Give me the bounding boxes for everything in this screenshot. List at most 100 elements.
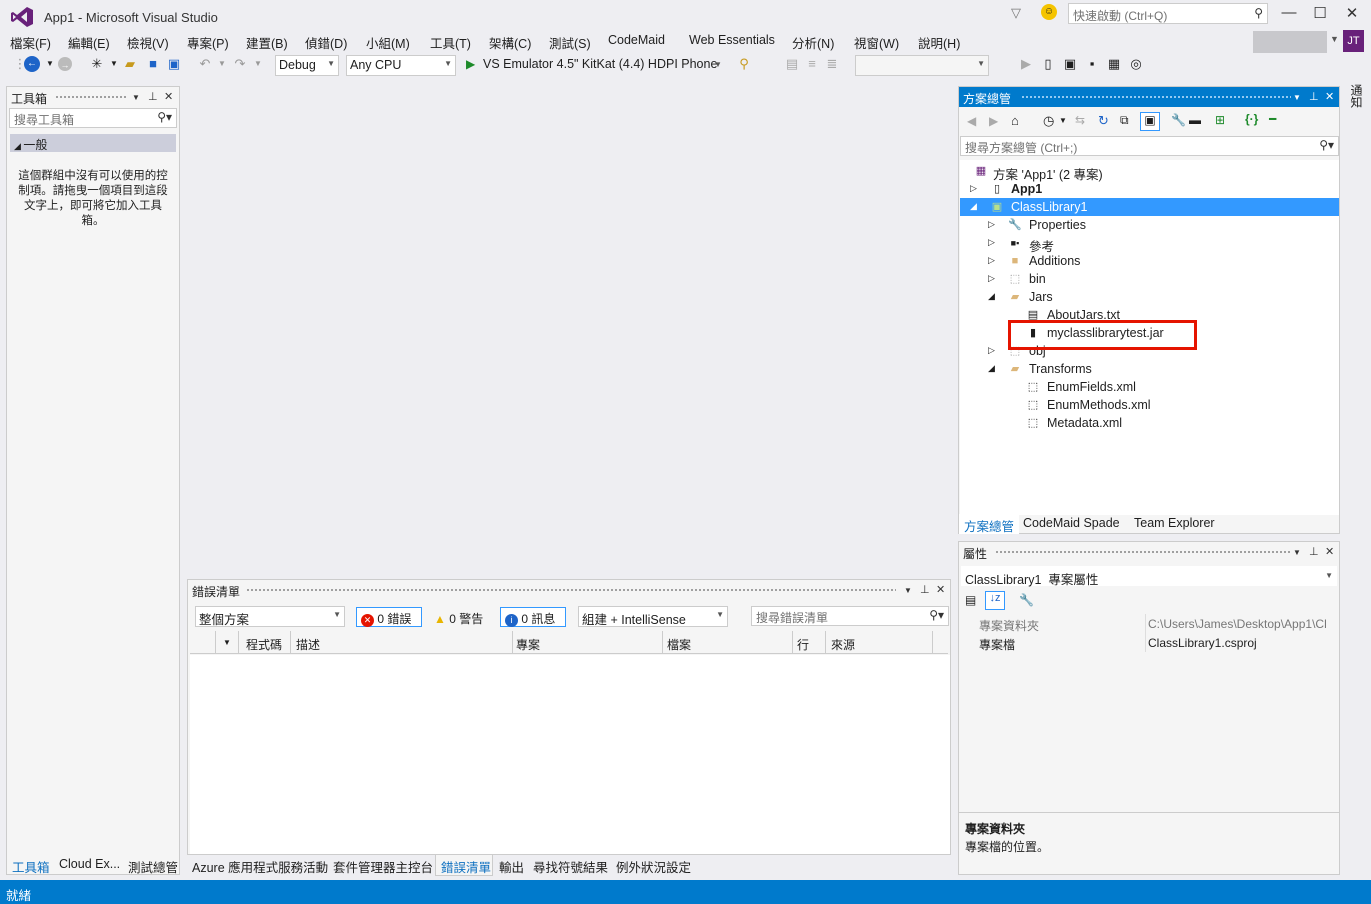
quick-launch-input[interactable]: 快速啟動 (Ctrl+Q) ⚲ [1068, 3, 1268, 24]
pin-icon[interactable]: ⊥ [1309, 90, 1319, 103]
maximize-button[interactable]: ☐ [1308, 4, 1332, 24]
redo-dropdown-icon[interactable]: ▼ [250, 56, 266, 72]
panel-grip[interactable] [55, 95, 127, 100]
refresh-icon[interactable]: ↻ [1098, 113, 1109, 129]
column-line[interactable]: 行 [797, 636, 809, 653]
categorized-icon[interactable]: ▤ [965, 593, 976, 607]
close-icon[interactable]: ✕ [936, 583, 945, 596]
menu-test[interactable]: 測試(S) [549, 33, 591, 52]
menu-file[interactable]: 檔案(F) [10, 33, 51, 52]
error-list-body[interactable] [190, 655, 950, 854]
window-position-icon[interactable]: ▼ [132, 93, 140, 102]
column-file[interactable]: 檔案 [667, 636, 691, 653]
window-position-icon[interactable]: ▼ [1293, 93, 1301, 102]
toolbox-group-general[interactable]: ◢ 一般 [10, 134, 176, 152]
tree-node-enummethods[interactable]: ⬚ EnumMethods.xml [960, 396, 1339, 414]
menu-architecture[interactable]: 架構(C) [489, 33, 531, 52]
error-scope-select[interactable]: 整個方案 ▼ [195, 606, 345, 627]
minimize-button[interactable]: — [1277, 4, 1301, 24]
tab-exception-settings[interactable]: 例外狀況設定 [616, 857, 691, 876]
feedback-smiley-icon[interactable]: ☺ [1041, 4, 1057, 20]
tree-node-bin[interactable]: ▷ ⬚ bin [960, 270, 1339, 288]
codemaid-collapse-icon[interactable]: ━ [1269, 112, 1276, 126]
properties-wrench-icon[interactable]: 🔧 [1171, 113, 1186, 127]
tree-node-classlibrary1[interactable]: ◢ ▣ ClassLibrary1 [960, 198, 1339, 216]
sync-icon[interactable]: ⇆ [1075, 113, 1085, 127]
sort-icon[interactable]: ▼ [223, 638, 231, 647]
device-console-icon[interactable]: ▪ [1084, 56, 1100, 72]
tree-node-metadata[interactable]: ⬚ Metadata.xml [960, 414, 1339, 432]
forward-icon[interactable]: ▶ [989, 114, 998, 128]
properties-object-select[interactable]: ClassLibrary1 專案屬性 ▼ [961, 566, 1337, 587]
menu-build[interactable]: 建置(B) [246, 33, 288, 52]
navigate-back-icon[interactable]: ← [24, 56, 40, 72]
expand-arrow-icon[interactable]: ▷ [988, 219, 995, 230]
collapse-arrow-icon[interactable]: ◢ [988, 363, 995, 374]
warnings-filter-button[interactable]: ▲ 0 警告 [429, 607, 491, 627]
collapse-arrow-icon[interactable]: ◢ [988, 291, 995, 302]
tab-error-list[interactable]: 錯誤清單 [441, 857, 491, 876]
expand-arrow-icon[interactable]: ▷ [988, 237, 995, 248]
comment-icon[interactable]: ▤ [784, 56, 800, 72]
view-class-diagram-icon[interactable]: ⊞ [1215, 113, 1225, 127]
tree-node-references[interactable]: ▷ ■▪ 參考 [960, 234, 1339, 254]
codemaid-braces-icon[interactable]: {·} [1245, 112, 1258, 126]
redo-icon[interactable]: ↷ [232, 56, 248, 72]
column-source[interactable]: 來源 [831, 636, 855, 653]
column-description[interactable]: 描述 [296, 636, 320, 653]
menu-codemaid[interactable]: CodeMaid [608, 33, 665, 47]
close-window-button[interactable]: ✕ [1340, 4, 1364, 24]
device-log-icon[interactable]: ▦ [1106, 56, 1122, 72]
window-position-icon[interactable]: ▼ [1293, 548, 1301, 557]
tree-node-app1[interactable]: ▷ ▯ App1 [960, 180, 1339, 198]
save-all-icon[interactable]: ▣ [166, 56, 182, 72]
tab-cloud-explorer[interactable]: Cloud Ex... [59, 857, 120, 871]
device-settings-icon[interactable]: ◎ [1128, 56, 1144, 72]
alphabetical-sort-icon[interactable]: ↓z [985, 591, 1005, 610]
pending-changes-filter-icon[interactable]: ◷ [1043, 113, 1054, 129]
menu-view[interactable]: 檢視(V) [127, 33, 169, 52]
new-dropdown-icon[interactable]: ▼ [106, 56, 122, 72]
device-camera-icon[interactable]: ▣ [1062, 56, 1078, 72]
solution-configuration-select[interactable]: Debug ▼ [275, 55, 339, 76]
back-dropdown-icon[interactable]: ▼ [42, 56, 58, 72]
find-in-files-icon[interactable]: ⚲ [736, 56, 752, 72]
show-all-files-icon[interactable]: ▣ [1140, 112, 1160, 131]
error-source-select[interactable]: 組建 + IntelliSense ▼ [578, 606, 728, 627]
pin-icon[interactable]: ⊥ [920, 583, 930, 596]
tree-node-properties[interactable]: ▷ 🔧 Properties [960, 216, 1339, 234]
menu-tools[interactable]: 工具(T) [430, 33, 471, 52]
errors-filter-button[interactable]: ✕ 0 錯誤 [356, 607, 422, 627]
menu-analyze[interactable]: 分析(N) [792, 33, 834, 52]
menu-edit[interactable]: 編輯(E) [68, 33, 110, 52]
expand-arrow-icon[interactable]: ▷ [988, 345, 995, 356]
find-combo[interactable]: ▼ [855, 55, 989, 76]
new-project-icon[interactable]: ✳ [89, 56, 105, 72]
avatar[interactable]: JT [1343, 30, 1364, 52]
tab-codemaid-spade[interactable]: CodeMaid Spade [1023, 516, 1120, 530]
tree-node-solution[interactable]: ▦ 方案 'App1' (2 專案) [960, 162, 1339, 182]
undo-dropdown-icon[interactable]: ▼ [214, 56, 230, 72]
tab-test-explorer[interactable]: 測試總管 [128, 857, 178, 876]
tab-output[interactable]: 輸出 [499, 857, 524, 876]
outdent-icon[interactable]: ≣ [824, 56, 840, 72]
panel-grip[interactable] [1021, 95, 1291, 100]
open-file-icon[interactable]: ▰ [122, 56, 138, 72]
error-list-search-input[interactable]: 搜尋錯誤清單 ⚲▾ [751, 606, 949, 626]
close-icon[interactable]: ✕ [164, 90, 173, 103]
start-debugging-button[interactable]: ▶ VS Emulator 4.5" KitKat (4.4) HDPI Pho… [466, 56, 726, 75]
column-project[interactable]: 專案 [516, 636, 540, 653]
device-play-icon[interactable]: ▶ [1018, 56, 1034, 72]
preview-icon[interactable]: ▬ [1189, 113, 1201, 127]
device-file-icon[interactable]: ▯ [1040, 56, 1056, 72]
filter-feedback-icon[interactable]: ▽ [1011, 5, 1021, 21]
tree-node-jars[interactable]: ◢ ▰ Jars [960, 288, 1339, 306]
tab-azure-app-service-activity[interactable]: Azure 應用程式服務活動 [192, 857, 328, 876]
expand-arrow-icon[interactable]: ▷ [988, 273, 995, 284]
pin-icon[interactable]: ⊥ [148, 90, 158, 103]
menu-web-essentials[interactable]: Web Essentials [689, 33, 775, 47]
indent-icon[interactable]: ≡ [804, 56, 820, 72]
back-icon[interactable]: ◀ [967, 114, 976, 128]
navigate-forward-icon[interactable]: → [58, 57, 72, 71]
property-row-project-folder[interactable]: 專案資料夾 C:\Users\James\Desktop\App1\Cl [961, 614, 1337, 633]
